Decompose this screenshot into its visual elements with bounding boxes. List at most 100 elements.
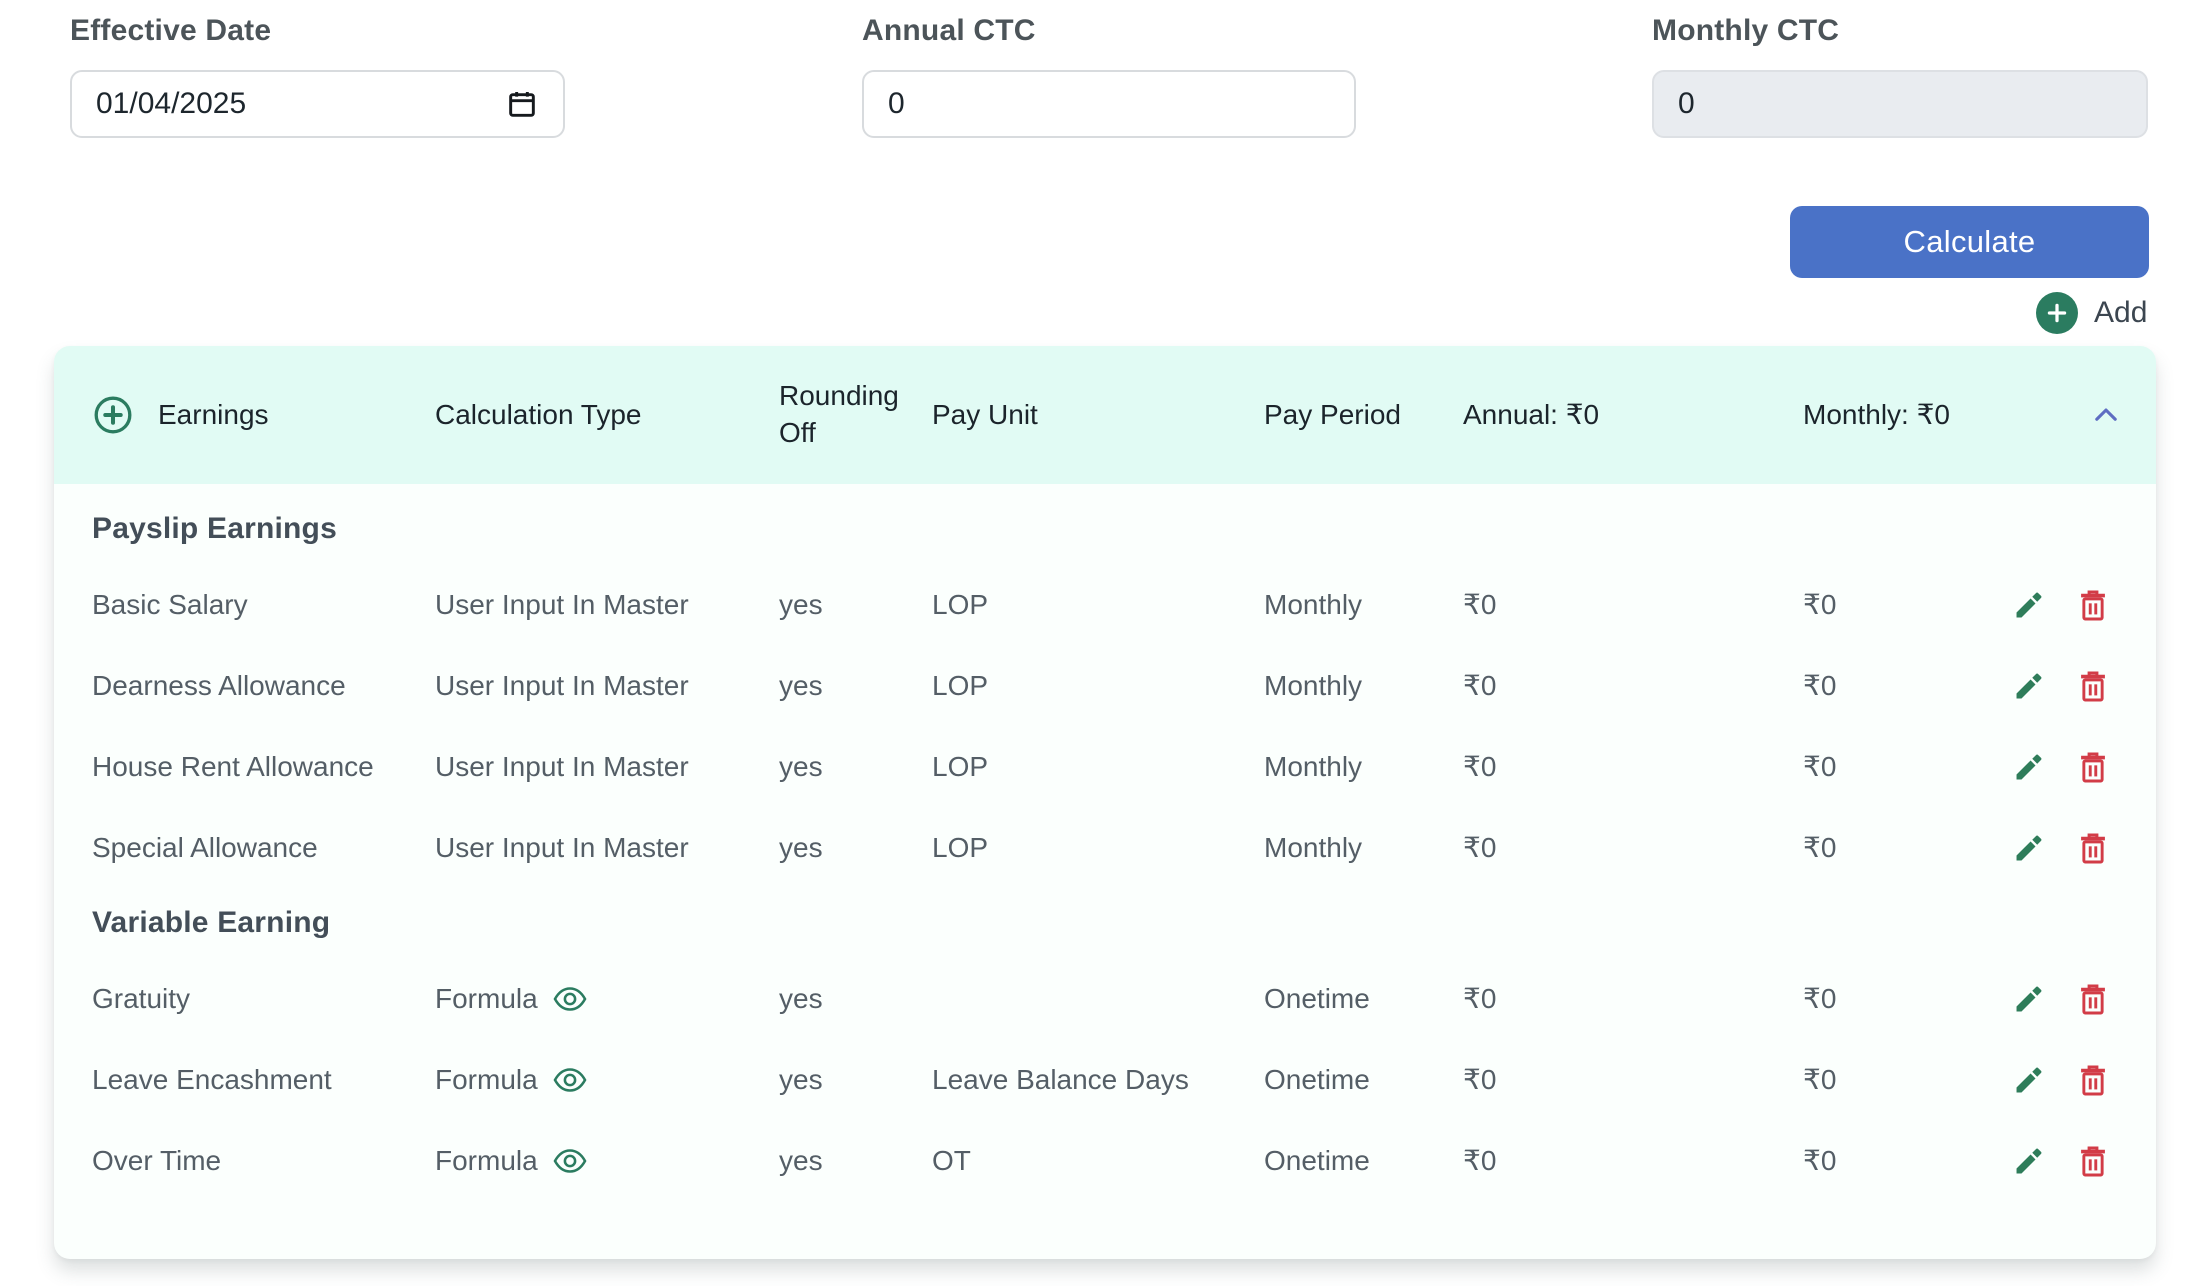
pay-unit-cell-text: OT	[932, 1145, 971, 1177]
pay-period-cell: Monthly	[1264, 670, 1463, 702]
calculation-type-cell: Formula	[435, 1145, 779, 1177]
header-earnings-cell: Earnings	[92, 394, 435, 436]
edit-pencil-icon[interactable]	[2010, 1142, 2048, 1180]
monthly-amount-cell-text: ₹0	[1803, 982, 1836, 1015]
pay-unit-cell-text: Leave Balance Days	[932, 1064, 1189, 1096]
monthly-amount-cell: ₹0	[1803, 750, 2010, 783]
pay-period-cell: Onetime	[1264, 983, 1463, 1015]
delete-trash-icon[interactable]	[2074, 829, 2112, 867]
add-plus-icon	[2036, 292, 2078, 334]
annual-amount-cell: ₹0	[1463, 1144, 1803, 1177]
rounding-off-cell-text: yes	[779, 832, 823, 864]
monthly-amount-cell: ₹0	[1803, 831, 2010, 864]
edit-pencil-icon[interactable]	[2010, 748, 2048, 786]
pay-unit-cell: LOP	[932, 589, 1264, 621]
pay-period-cell-text: Monthly	[1264, 751, 1362, 783]
row-actions-cell	[2010, 748, 2126, 786]
delete-trash-icon[interactable]	[2074, 1142, 2112, 1180]
earning-row: Dearness AllowanceUser Input In Masterye…	[92, 645, 2126, 726]
add-label: Add	[2094, 296, 2147, 330]
calculation-type-cell-text: Formula	[435, 1064, 538, 1096]
edit-pencil-icon[interactable]	[2010, 980, 2048, 1018]
earning-row: GratuityFormulayesOnetime₹0₹0	[92, 958, 2126, 1039]
earning-name-cell: Over Time	[92, 1145, 435, 1177]
calculation-type-cell-text: User Input In Master	[435, 670, 689, 702]
earning-name-cell-text: Leave Encashment	[92, 1064, 332, 1096]
edit-pencil-icon[interactable]	[2010, 586, 2048, 624]
monthly-amount-cell-text: ₹0	[1803, 669, 1836, 702]
add-earning-button[interactable]: Add	[2036, 292, 2147, 334]
pay-period-cell: Monthly	[1264, 589, 1463, 621]
header-pay-period: Pay Period	[1264, 397, 1463, 434]
pay-unit-cell: LOP	[932, 751, 1264, 783]
earning-name-cell: House Rent Allowance	[92, 751, 435, 783]
view-formula-eye-icon[interactable]	[552, 1146, 588, 1176]
pay-period-cell-text: Onetime	[1264, 1145, 1370, 1177]
delete-trash-icon[interactable]	[2074, 980, 2112, 1018]
effective-date-input[interactable]: 01/04/2025	[70, 70, 565, 138]
rounding-off-cell-text: yes	[779, 1064, 823, 1096]
monthly-amount-cell: ₹0	[1803, 588, 2010, 621]
earning-name-cell: Basic Salary	[92, 589, 435, 621]
pay-unit-cell-text: LOP	[932, 751, 988, 783]
earning-name-cell: Leave Encashment	[92, 1064, 435, 1096]
header-collapse-cell	[2010, 395, 2126, 435]
effective-date-value: 01/04/2025	[96, 87, 505, 121]
monthly-amount-cell: ₹0	[1803, 1144, 2010, 1177]
earning-row: Over TimeFormulayesOTOnetime₹0₹0	[92, 1120, 2126, 1201]
annual-amount-cell: ₹0	[1463, 669, 1803, 702]
delete-trash-icon[interactable]	[2074, 667, 2112, 705]
annual-amount-cell-text: ₹0	[1463, 588, 1496, 621]
edit-pencil-icon[interactable]	[2010, 829, 2048, 867]
pay-period-cell: Onetime	[1264, 1064, 1463, 1096]
monthly-amount-cell: ₹0	[1803, 669, 2010, 702]
calculation-type-cell-text: User Input In Master	[435, 751, 689, 783]
salary-structure-page: Effective Date 01/04/2025 Annual CTC 0 M…	[0, 0, 2188, 1286]
calendar-icon[interactable]	[505, 87, 539, 121]
earnings-table-card: Earnings Calculation Type Rounding Off P…	[54, 346, 2156, 1259]
edit-pencil-icon[interactable]	[2010, 1061, 2048, 1099]
edit-pencil-icon[interactable]	[2010, 667, 2048, 705]
annual-amount-cell-text: ₹0	[1463, 750, 1496, 783]
delete-trash-icon[interactable]	[2074, 748, 2112, 786]
rounding-off-cell-text: yes	[779, 670, 823, 702]
calculation-type-cell: Formula	[435, 983, 779, 1015]
header-annual-total: Annual: ₹0	[1463, 397, 1803, 434]
monthly-ctc-value: 0	[1678, 87, 2122, 121]
calculate-button[interactable]: Calculate	[1790, 206, 2149, 278]
annual-amount-cell-text: ₹0	[1463, 982, 1496, 1015]
pay-period-cell-text: Monthly	[1264, 589, 1362, 621]
delete-trash-icon[interactable]	[2074, 1061, 2112, 1099]
earning-name-cell-text: Basic Salary	[92, 589, 248, 621]
calculation-type-cell: User Input In Master	[435, 670, 779, 702]
calculation-type-cell: User Input In Master	[435, 589, 779, 621]
header-calculation-type: Calculation Type	[435, 397, 779, 434]
calculation-type-cell-text: User Input In Master	[435, 832, 689, 864]
chevron-up-icon[interactable]	[2086, 395, 2126, 435]
monthly-amount-cell-text: ₹0	[1803, 831, 1836, 864]
rounding-off-cell-text: yes	[779, 589, 823, 621]
pay-unit-cell: OT	[932, 1145, 1264, 1177]
calculation-type-cell-text: Formula	[435, 1145, 538, 1177]
add-earning-plus-icon[interactable]	[92, 394, 134, 436]
header-earnings-label: Earnings	[158, 397, 269, 434]
monthly-amount-cell: ₹0	[1803, 1063, 2010, 1096]
earnings-table-header: Earnings Calculation Type Rounding Off P…	[54, 346, 2156, 484]
pay-unit-cell: Leave Balance Days	[932, 1064, 1264, 1096]
annual-amount-cell: ₹0	[1463, 982, 1803, 1015]
delete-trash-icon[interactable]	[2074, 586, 2112, 624]
row-actions-cell	[2010, 667, 2126, 705]
pay-period-cell-text: Monthly	[1264, 670, 1362, 702]
rounding-off-cell: yes	[779, 670, 932, 702]
monthly-ctc-input: 0	[1652, 70, 2148, 138]
earning-row: Special AllowanceUser Input In Masteryes…	[92, 807, 2126, 888]
view-formula-eye-icon[interactable]	[552, 984, 588, 1014]
section-title: Payslip Earnings	[92, 494, 2126, 564]
annual-amount-cell-text: ₹0	[1463, 669, 1496, 702]
pay-period-cell-text: Onetime	[1264, 983, 1370, 1015]
annual-ctc-input[interactable]: 0	[862, 70, 1356, 138]
pay-period-cell-text: Monthly	[1264, 832, 1362, 864]
pay-period-cell: Monthly	[1264, 832, 1463, 864]
earning-name-cell-text: Over Time	[92, 1145, 221, 1177]
view-formula-eye-icon[interactable]	[552, 1065, 588, 1095]
